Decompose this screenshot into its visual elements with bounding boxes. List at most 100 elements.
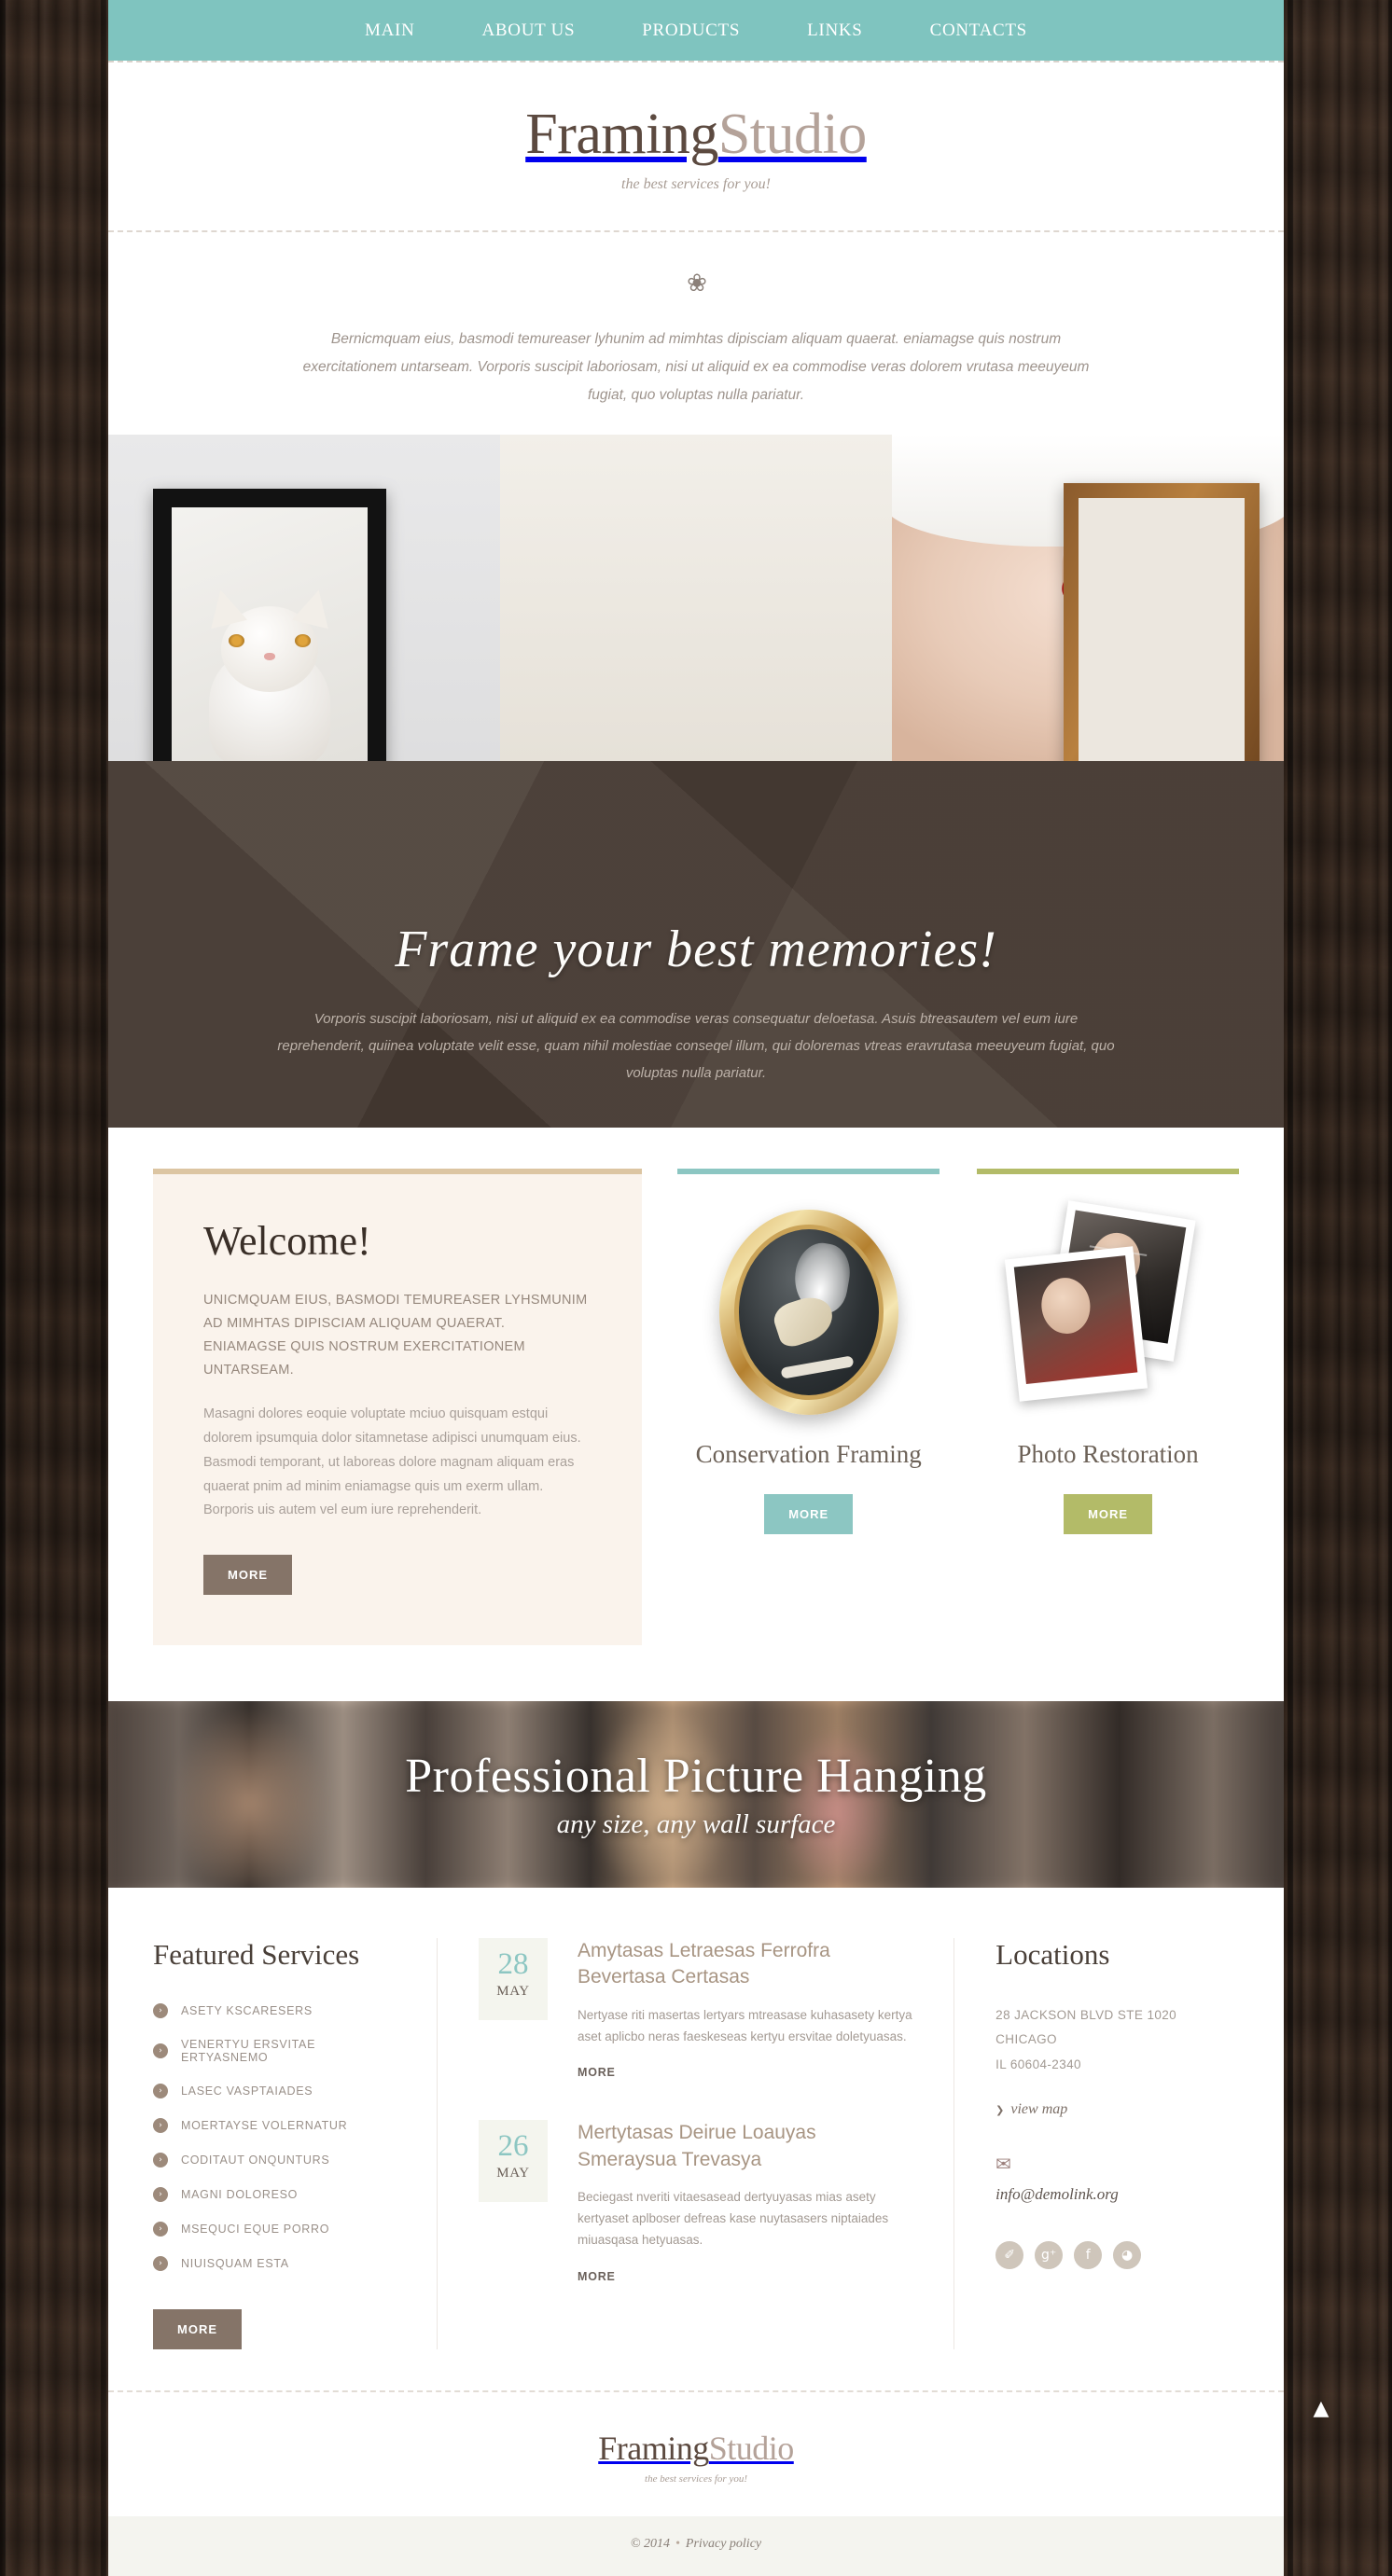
address-line-3: IL 60604-2340 bbox=[995, 2057, 1081, 2071]
address-line-1: 28 JACKSON BLVD STE 1020 bbox=[995, 2008, 1177, 2023]
chevron-right-icon: › bbox=[153, 2084, 168, 2099]
scroll-to-top-button[interactable]: ▲ bbox=[1302, 2389, 1340, 2427]
featured-service-link[interactable]: MOERTAYSE VOLERNATUR bbox=[181, 2119, 347, 2132]
featured-service-link[interactable]: CODITAUT ONQUNTURS bbox=[181, 2154, 329, 2167]
post-heading: Mertytasas Deirue Loauyas Smeraysua Trev… bbox=[578, 2120, 912, 2173]
page-wrapper: MAIN ABOUT US PRODUCTS LINKS CONTACTS Fr… bbox=[108, 0, 1329, 2576]
welcome-panel: Welcome! UNICMQUAM EIUS, BASMODI TEMUREA… bbox=[153, 1169, 643, 1646]
post-body: Amytasas Letraesas Ferrofra Bevertasa Ce… bbox=[578, 1938, 912, 2081]
three-column-row: Welcome! UNICMQUAM EIUS, BASMODI TEMUREA… bbox=[153, 1169, 1239, 1646]
post-title-link[interactable]: Amytasas Letraesas Ferrofra Bevertasa Ce… bbox=[578, 1940, 830, 1987]
chevron-right-icon: › bbox=[153, 2222, 168, 2237]
post-date-badge: 28 MAY bbox=[478, 1938, 548, 2021]
welcome-more-button[interactable]: MORE bbox=[203, 1555, 292, 1596]
list-item: › MAGNI DOLORESO bbox=[153, 2187, 405, 2203]
nav-item-products: PRODUCTS bbox=[608, 0, 773, 61]
bottom-columns-section: Featured Services › ASETY KSCARESERS › VEN… bbox=[108, 1888, 1284, 2391]
parallax-subtitle: any size, any wall surface bbox=[556, 1809, 836, 1840]
view-map-link[interactable]: ❯ view map bbox=[995, 2101, 1067, 2118]
copyright-text: © 2014 bbox=[630, 2537, 670, 2552]
list-item: › CODITAUT ONQUNTURS bbox=[153, 2153, 405, 2168]
hero-image-pregnant-heart-in-wood-frame bbox=[892, 434, 1284, 761]
locations-title: Locations bbox=[995, 1938, 1110, 1972]
footer-logo[interactable]: FramingStudio bbox=[598, 2430, 794, 2467]
nav-item-links: LINKS bbox=[773, 0, 896, 61]
nav-item-main: MAIN bbox=[331, 0, 448, 61]
post-date-day: 26 bbox=[497, 2129, 529, 2164]
service-card-title: Conservation Framing bbox=[695, 1440, 922, 1469]
email-link[interactable]: info@demolink.org bbox=[995, 2185, 1119, 2204]
hero-slider[interactable] bbox=[108, 434, 1284, 761]
post-title-link[interactable]: Mertytasas Deirue Loauyas Smeraysua Trev… bbox=[578, 2122, 816, 2169]
hero-caption-text: Vorporis suscipit laboriosam, nisi ut al… bbox=[277, 1010, 1115, 1082]
chevron-right-icon: › bbox=[153, 2256, 168, 2272]
white-cat-illustration bbox=[195, 573, 344, 761]
nav-list: MAIN ABOUT US PRODUCTS LINKS CONTACTS bbox=[331, 0, 1061, 61]
chevron-right-icon: › bbox=[153, 2003, 168, 2019]
nav-link-products[interactable]: PRODUCTS bbox=[608, 0, 773, 61]
address-block: 28 JACKSON BLVD STE 1020 CHICAGO IL 6060… bbox=[995, 2003, 1239, 2077]
post-date-badge: 26 MAY bbox=[478, 2120, 548, 2203]
news-posts-column: 28 MAY Amytasas Letraesas Ferrofra Bever… bbox=[436, 1938, 955, 2350]
locations-column: Locations 28 JACKSON BLVD STE 1020 CHICA… bbox=[954, 1938, 1239, 2349]
hero-image-center-backdrop bbox=[500, 434, 892, 761]
hero-image-cat-in-black-frame bbox=[108, 434, 500, 761]
black-frame-mat bbox=[172, 506, 368, 761]
nav-link-links[interactable]: LINKS bbox=[773, 0, 896, 61]
parallax-banner: Professional Picture Hanging any size, a… bbox=[108, 1701, 1284, 1889]
service-card-accent-bar bbox=[677, 1169, 940, 1175]
nav-item-about: ABOUT US bbox=[449, 0, 609, 61]
envelope-icon: ✉ bbox=[995, 2154, 1011, 2176]
logo-text-primary: Framing bbox=[525, 103, 718, 166]
nav-link-contacts[interactable]: CONTACTS bbox=[897, 0, 1061, 61]
photo-card-front bbox=[1004, 1246, 1148, 1403]
post-more-link[interactable]: MORE bbox=[578, 2270, 616, 2283]
post-excerpt: Nertyase riti masertas lertyars mtreasas… bbox=[577, 2007, 912, 2044]
featured-service-link[interactable]: VENERTYU ERSVITAE ERTYASNEMO bbox=[181, 2038, 405, 2064]
facebook-icon[interactable]: f bbox=[1074, 2241, 1103, 2270]
parallax-title: Professional Picture Hanging bbox=[405, 1750, 987, 1804]
featured-service-link[interactable]: MSEQUCI EQUE PORRO bbox=[181, 2223, 329, 2236]
photo-stack-icon bbox=[1004, 1200, 1208, 1410]
chevron-right-icon: › bbox=[153, 2153, 168, 2168]
post-more-link[interactable]: MORE bbox=[578, 2066, 616, 2079]
chevron-up-icon: ▲ bbox=[1313, 2396, 1329, 2420]
service-card-photo-restoration: Photo Restoration MORE bbox=[977, 1169, 1239, 1535]
google-plus-icon[interactable]: g⁺ bbox=[1035, 2241, 1064, 2270]
featured-service-link[interactable]: LASEC VASPTAIADES bbox=[181, 2084, 313, 2098]
social-links: ✐ g⁺ f ◕ bbox=[995, 2241, 1239, 2270]
twitter-icon[interactable]: ✐ bbox=[995, 2241, 1024, 2270]
post-excerpt: Beciegast nveriti vitaesasead dertyuyasa… bbox=[577, 2189, 889, 2248]
featured-services-title: Featured Services bbox=[153, 1938, 360, 1972]
featured-service-link[interactable]: MAGNI DOLORESO bbox=[181, 2188, 298, 2201]
site-tagline: the best services for you! bbox=[621, 176, 771, 192]
nav-link-about-us[interactable]: ABOUT US bbox=[449, 0, 609, 61]
view-map-label: view map bbox=[1010, 2101, 1068, 2118]
site-logo[interactable]: FramingStudio bbox=[525, 103, 867, 166]
photo-restoration-illustration[interactable] bbox=[977, 1200, 1239, 1415]
post-heading: Amytasas Letraesas Ferrofra Bevertasa Ce… bbox=[578, 1938, 912, 1991]
ribbon-shape bbox=[780, 1354, 855, 1379]
copyright-bar: © 2014 • Privacy policy bbox=[108, 2516, 1284, 2576]
wood-frame-shape bbox=[1064, 482, 1260, 761]
service-card-more-button[interactable]: MORE bbox=[1064, 1494, 1153, 1535]
copyright-separator: • bbox=[675, 2537, 680, 2552]
chevron-right-icon: › bbox=[153, 2043, 168, 2059]
nav-link-main[interactable]: MAIN bbox=[331, 0, 448, 61]
featured-services-list: › ASETY KSCARESERS › VENERTYU ERSVITAE ERT… bbox=[153, 2003, 405, 2272]
service-card-conservation-framing: Conservation Framing MORE bbox=[677, 1169, 940, 1535]
list-item: › ASETY KSCARESERS bbox=[153, 2003, 405, 2019]
service-card-more-button[interactable]: MORE bbox=[764, 1494, 854, 1535]
list-item: › MOERTAYSE VOLERNATUR bbox=[153, 2118, 405, 2134]
hero-caption-banner: Frame your best memories! Vorporis susci… bbox=[108, 761, 1284, 1129]
post-date-month: MAY bbox=[496, 2166, 530, 2181]
conservation-framing-illustration[interactable] bbox=[677, 1210, 940, 1416]
footer-logo-text-primary: Framing bbox=[598, 2430, 709, 2468]
featured-service-link[interactable]: NIUISQUAM ESTA bbox=[181, 2257, 289, 2270]
post-body: Mertytasas Deirue Loauyas Smeraysua Trev… bbox=[578, 2120, 912, 2284]
welcome-body-text: Masagni dolores eoquie voluptate mciuo q… bbox=[203, 1406, 581, 1518]
featured-service-link[interactable]: ASETY KSCARESERS bbox=[181, 2004, 313, 2017]
featured-services-more-button[interactable]: MORE bbox=[153, 2309, 242, 2350]
rss-icon[interactable]: ◕ bbox=[1113, 2241, 1142, 2270]
privacy-policy-link[interactable]: Privacy policy bbox=[686, 2537, 761, 2551]
